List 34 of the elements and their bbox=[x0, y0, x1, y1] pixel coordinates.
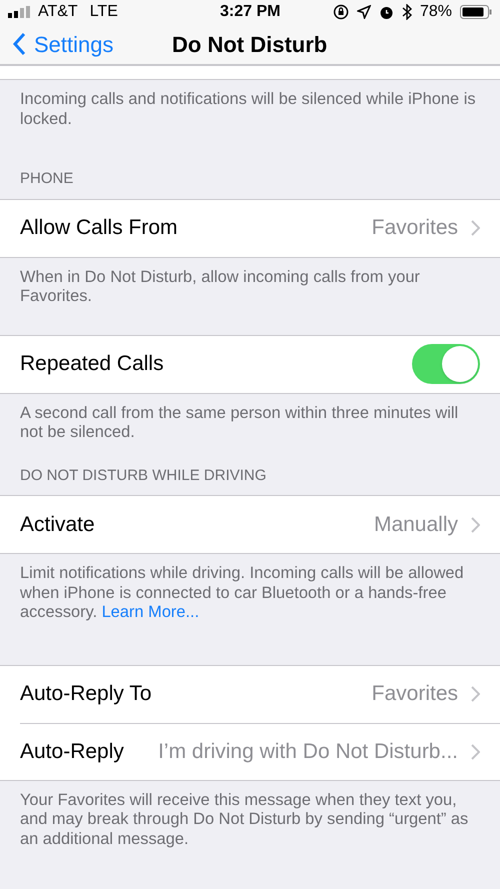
chevron-icon bbox=[470, 686, 480, 702]
chevron-icon bbox=[470, 516, 480, 532]
battery-percent: 78% bbox=[420, 2, 452, 22]
section-header: PHONE bbox=[19, 169, 74, 189]
alarm-icon bbox=[378, 4, 394, 20]
location-icon bbox=[356, 5, 371, 19]
row-value: Favorites bbox=[370, 215, 458, 242]
row-label: Repeated Calls bbox=[20, 351, 164, 378]
footer-note: A second call from the same person within three minutes will not be silenced. bbox=[20, 404, 460, 442]
row-value: Favorites bbox=[370, 681, 458, 708]
footer-note: Limit notifications while driving. Incoming calls will be allowed when iPhone is connected to car Bluetooth or a hands-free accessory. Learn More... bbox=[20, 564, 465, 622]
back-chevron-icon bbox=[12, 32, 26, 56]
carrier-name: AT&T bbox=[38, 2, 78, 22]
network-type: LTE bbox=[90, 2, 118, 22]
page-title: Do Not Disturb bbox=[172, 30, 328, 59]
row-label: Auto-Reply bbox=[20, 738, 124, 765]
row-label: Allow Calls From bbox=[20, 215, 178, 242]
bluetooth-icon bbox=[402, 4, 412, 20]
footer-note: Incoming calls and notifications will be silenced while iPhone is locked. bbox=[20, 90, 477, 129]
chevron-icon bbox=[470, 744, 480, 760]
back-button[interactable]: Settings bbox=[0, 28, 114, 61]
chevron-icon bbox=[470, 220, 480, 236]
row-value: Manually bbox=[372, 512, 458, 538]
toggle-switch[interactable] bbox=[412, 344, 480, 384]
rotation-lock-icon bbox=[332, 4, 349, 20]
footer-note: When in Do Not Disturb, allow incoming calls from your Favorites. bbox=[20, 268, 421, 306]
row-value: I’m driving with Do Not Disturb... bbox=[157, 738, 458, 765]
row-label: Auto-Reply To bbox=[20, 681, 152, 708]
clock-time: 3:27 PM bbox=[220, 2, 280, 22]
battery-icon bbox=[460, 5, 492, 19]
row-label: Activate bbox=[20, 512, 95, 538]
footer-note: Your Favorites will receive this message when they text you, and may break through Do Not Disturb by sending “urgent” as an additional message. bbox=[20, 790, 470, 849]
section-header: DO NOT DISTURB WHILE DRIVING bbox=[19, 466, 268, 486]
signal-icon bbox=[8, 6, 32, 18]
